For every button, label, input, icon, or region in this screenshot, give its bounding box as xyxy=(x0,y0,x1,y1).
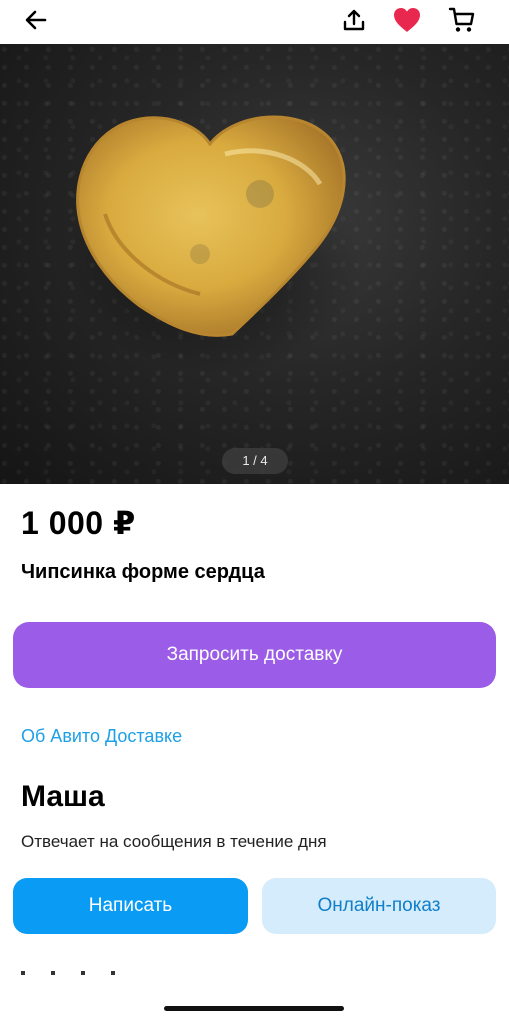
heart-filled-icon xyxy=(394,8,420,32)
heart-chip-image xyxy=(65,115,365,374)
back-button[interactable] xyxy=(18,2,54,38)
arrow-left-icon xyxy=(25,10,47,30)
online-showing-button[interactable]: Онлайн-показ xyxy=(262,878,496,934)
listing-title: Чипсинка форме сердца xyxy=(21,561,265,583)
seller-name[interactable]: Маша xyxy=(21,780,105,814)
share-button[interactable] xyxy=(336,2,372,38)
photo-counter: 1 / 4 xyxy=(222,448,288,474)
price: 1 000 ₽ xyxy=(21,505,136,541)
request-delivery-button[interactable]: Запросить доставку xyxy=(13,622,496,688)
top-bar xyxy=(0,0,509,44)
avito-delivery-link[interactable]: Об Авито Доставке xyxy=(21,726,182,747)
home-indicator[interactable] xyxy=(164,1006,344,1011)
seller-reply-time: Отвечает на сообщения в течение дня xyxy=(21,832,327,851)
cart-button[interactable] xyxy=(444,2,480,38)
cart-icon xyxy=(448,7,475,32)
clipped-text-fragment xyxy=(21,962,171,976)
product-photo[interactable] xyxy=(0,44,509,484)
share-upload-icon xyxy=(343,9,365,31)
write-message-button[interactable]: Написать xyxy=(13,878,248,934)
favorite-button[interactable] xyxy=(389,2,425,38)
